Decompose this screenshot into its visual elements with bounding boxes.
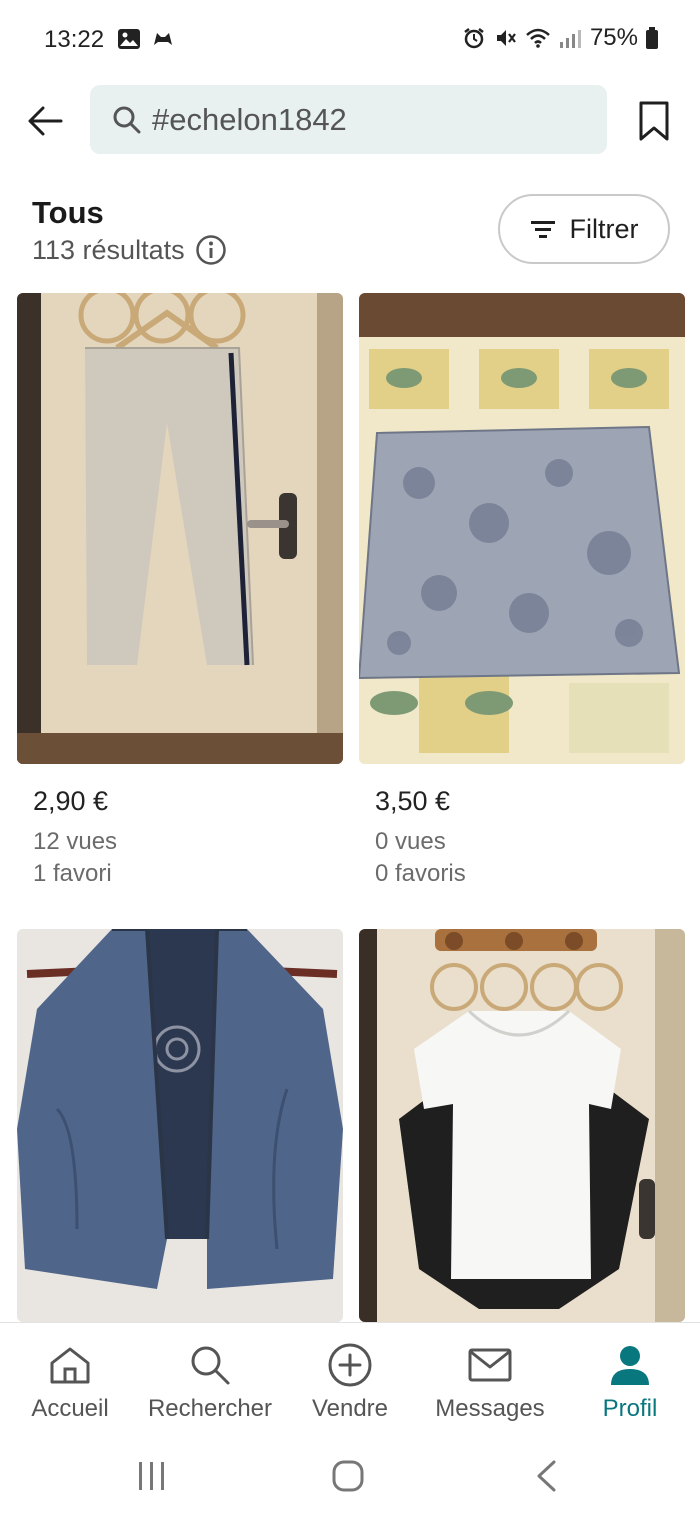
search-input[interactable] [152, 101, 572, 138]
gallery-icon [118, 29, 140, 49]
nav-label-messages: Messages [435, 1395, 545, 1422]
nav-label-sell: Vendre [311, 1395, 389, 1422]
item-card[interactable] [359, 293, 685, 764]
chevron-left-icon [537, 1460, 556, 1492]
recent-apps-button[interactable] [122, 1454, 182, 1498]
game-icon [154, 33, 172, 45]
home-button[interactable] [318, 1454, 378, 1498]
nav-label-home: Accueil [31, 1395, 109, 1422]
search-icon [113, 106, 141, 133]
home-circle-icon [332, 1460, 364, 1492]
item-photo[interactable] [17, 929, 343, 1322]
recent-apps-icon [139, 1462, 164, 1490]
system-navigation-bar [0, 1432, 700, 1518]
info-icon[interactable] [195, 234, 227, 266]
filter-label: Filtrer [569, 213, 639, 244]
nav-item-search[interactable]: Rechercher [140, 1323, 280, 1433]
wifi-icon [526, 28, 550, 48]
nav-item-sell[interactable]: Vendre [280, 1323, 420, 1433]
save-search-button[interactable] [634, 97, 674, 145]
item-photo[interactable] [17, 293, 343, 764]
status-left-icons [117, 28, 175, 50]
filter-icon [530, 221, 555, 238]
item-photo[interactable] [359, 293, 685, 764]
status-bar: 13:22 75% [0, 0, 700, 80]
item-photo-skirt [359, 293, 685, 764]
battery-percent: 75% [589, 24, 638, 51]
alarm-icon [464, 28, 484, 49]
nav-label-profile: Profil [602, 1395, 658, 1422]
item-card[interactable] [17, 929, 343, 1322]
nav-item-home[interactable]: Accueil [0, 1323, 140, 1433]
item-price: 3,50 € [375, 786, 451, 816]
item-views: 12 vues [33, 828, 118, 855]
nav-item-messages[interactable]: Messages [420, 1323, 560, 1433]
back-arrow-icon [28, 106, 63, 136]
back-button[interactable] [22, 98, 68, 144]
item-photo-vest [17, 929, 343, 1322]
status-right-icons: 75% [462, 24, 658, 52]
item-favorites: 1 favori [33, 860, 112, 887]
nav-item-profile[interactable]: Profil [560, 1323, 700, 1433]
results-count: 113 résultats [32, 234, 185, 265]
bottom-navigation: Accueil Rechercher Vendre Messages Profi… [0, 1322, 700, 1432]
item-card[interactable] [359, 929, 685, 1322]
results-count-row: 113 résultats [32, 234, 227, 266]
item-price: 2,90 € [33, 786, 109, 816]
bookmark-icon [639, 101, 669, 141]
battery-icon [646, 27, 658, 49]
item-favorites: 0 favoris [375, 860, 466, 887]
status-time: 13:22 [44, 26, 105, 53]
system-back-button[interactable] [516, 1454, 576, 1498]
results-title: Tous [32, 195, 104, 230]
filter-button[interactable]: Filtrer [498, 194, 670, 264]
search-icon [191, 1346, 230, 1385]
search-header [0, 80, 700, 160]
profile-icon [611, 1346, 649, 1385]
home-icon [50, 1347, 90, 1384]
mute-icon [496, 30, 516, 46]
mail-icon [468, 1348, 512, 1382]
item-card[interactable] [17, 293, 343, 764]
signal-icon [559, 30, 581, 48]
search-results-screen: 13:22 75% #echelon1842 Tous 113 résultat… [0, 0, 700, 1518]
item-photo-tshirt [359, 929, 685, 1322]
item-views: 0 vues [375, 828, 446, 855]
item-photo[interactable] [359, 929, 685, 1322]
plus-circle-icon [328, 1343, 372, 1387]
nav-label-search: Rechercher [147, 1395, 273, 1422]
search-bar[interactable] [90, 85, 607, 154]
item-photo-trousers [17, 293, 343, 764]
